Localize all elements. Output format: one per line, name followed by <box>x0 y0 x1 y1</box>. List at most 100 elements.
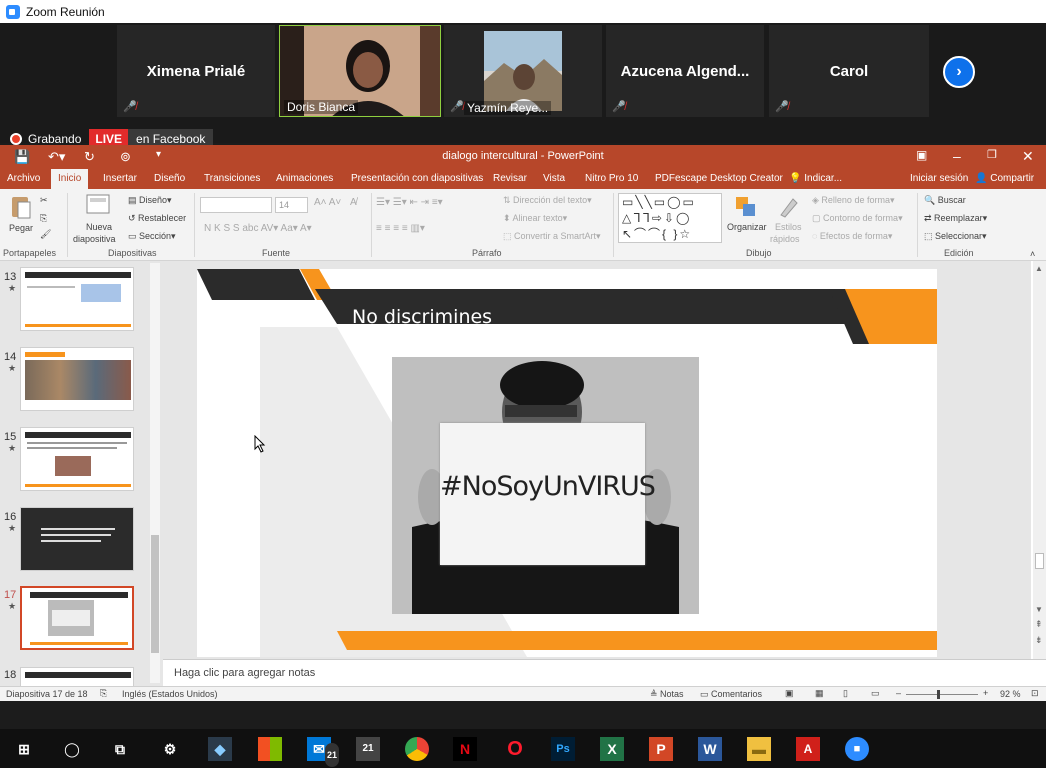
tab-revisar[interactable]: Revisar <box>493 173 527 184</box>
font-styles-icons[interactable]: N K S S abc AV▾ Aa▾ A▾ <box>204 223 312 234</box>
tab-inicio[interactable]: Inicio <box>51 169 89 189</box>
reset-button[interactable]: ↺ Restablecer <box>128 213 186 224</box>
excel-icon[interactable]: X <box>600 737 624 761</box>
select-button[interactable]: ⬚ Seleccionar▾ <box>924 231 987 242</box>
tab-presentacion[interactable]: Presentación con diapositivas <box>351 173 483 184</box>
slideshow-view-icon[interactable]: ▭ <box>871 688 880 699</box>
smartart-button[interactable]: ⬚ Convertir a SmartArt▾ <box>503 231 601 242</box>
slide-photo[interactable]: #NoSoyUnVIRUS <box>392 357 699 614</box>
quick-styles-icon[interactable] <box>777 195 801 219</box>
font-family-select[interactable] <box>200 197 272 213</box>
tab-vista[interactable]: Vista <box>543 173 565 184</box>
next-page-button[interactable]: › <box>943 56 975 88</box>
tell-me-search[interactable]: 💡 Indicar... <box>789 173 842 184</box>
store-icon[interactable] <box>258 737 282 761</box>
file-explorer-icon[interactable]: ▬ <box>747 737 771 761</box>
zoom-in-icon[interactable]: + <box>983 688 988 698</box>
calendar-icon[interactable]: 21 <box>356 737 380 761</box>
tab-animaciones[interactable]: Animaciones <box>276 173 333 184</box>
tab-diseno[interactable]: Diseño <box>154 173 185 184</box>
restore-icon[interactable]: ❐ <box>987 148 997 161</box>
text-direction-button[interactable]: ⇅ Dirección del texto▾ <box>503 195 592 206</box>
shape-outline-button[interactable]: ▢ Contorno de forma▾ <box>812 213 903 224</box>
tab-insertar[interactable]: Insertar <box>103 173 137 184</box>
participant-tile-carol[interactable]: Carol 🎤̸ <box>769 25 929 117</box>
thumbnail-15[interactable] <box>20 427 134 491</box>
shape-effects-button[interactable]: ◌ Efectos de forma▾ <box>812 231 892 242</box>
grow-font-icon[interactable]: A˄ A˅ <box>314 197 341 208</box>
copy-icon[interactable]: ⎘ <box>40 213 47 224</box>
scroll-thumb[interactable] <box>1035 553 1044 569</box>
replace-button[interactable]: ⇄ Reemplazar▾ <box>924 213 987 224</box>
align-text-button[interactable]: ⬍ Alinear texto▾ <box>503 213 567 224</box>
new-slide-icon[interactable] <box>86 193 112 217</box>
slide-canvas[interactable]: No discrimines #NoSoyUnVIRUS <box>197 269 937 657</box>
share-button[interactable]: 👤 Compartir <box>975 173 1034 184</box>
fit-slide-icon[interactable]: ⊡ <box>1031 688 1039 699</box>
cut-icon[interactable]: ✂ <box>40 195 48 206</box>
zoom-out-icon[interactable]: – <box>896 688 901 698</box>
netflix-icon[interactable]: N <box>453 737 477 761</box>
ribbon-display-icon[interactable]: ▣ <box>916 148 927 162</box>
participant-tile-doris[interactable]: Doris Bianca <box>279 25 441 117</box>
spellcheck-icon[interactable]: ⎘ <box>100 688 107 699</box>
layout-button[interactable]: ▤ Diseño▾ <box>128 195 172 206</box>
list-icons[interactable]: ☰▾ ☰▾ ⇤ ⇥ ≡▾ <box>376 197 443 208</box>
shapes-gallery[interactable]: ▭╲╲▭◯▭ △ᒣᒣ⇨⇩◯ ↖⌒⌒{ }☆ <box>618 193 722 243</box>
participant-tile-azucena[interactable]: Azucena Algend... 🎤̸ <box>606 25 764 117</box>
search-icon[interactable]: ◯ <box>60 737 84 761</box>
participant-tile-ximena[interactable]: Ximena Prialé 🎤̸ <box>117 25 275 117</box>
paste-button[interactable]: Pegar <box>9 223 33 233</box>
find-button[interactable]: 🔍 Buscar <box>924 195 966 206</box>
notes-pane[interactable]: Haga clic para agregar notas <box>163 659 1046 687</box>
zoom-level[interactable]: 92 % <box>1000 689 1021 699</box>
language-label[interactable]: Inglés (Estados Unidos) <box>122 689 218 699</box>
tab-archivo[interactable]: Archivo <box>7 173 40 184</box>
section-button[interactable]: ▭ Sección▾ <box>128 231 176 242</box>
arrange-button[interactable]: Organizar <box>727 222 767 232</box>
zoom-slider[interactable] <box>906 694 978 695</box>
zoom-slider-handle[interactable] <box>937 690 940 699</box>
filmora-icon[interactable]: ◆ <box>208 737 232 761</box>
quick-styles-label1[interactable]: Estilos <box>775 222 802 232</box>
paste-icon[interactable] <box>10 194 32 220</box>
arrange-icon[interactable] <box>734 195 758 219</box>
windows-start-icon[interactable]: ⊞ <box>12 737 36 761</box>
powerpoint-icon[interactable]: P <box>649 737 673 761</box>
reading-view-icon[interactable]: ▯ <box>843 688 848 699</box>
tab-pdfescape[interactable]: PDFescape Desktop Creator <box>655 173 783 184</box>
shape-fill-button[interactable]: ◈ Relleno de forma▾ <box>812 195 895 206</box>
thumbnail-16[interactable] <box>20 507 134 571</box>
close-icon[interactable]: ✕ <box>1022 148 1034 165</box>
task-view-icon[interactable]: ⧉ <box>108 737 132 761</box>
scroll-up-icon[interactable]: ▲ <box>1035 264 1043 273</box>
thumbnail-13[interactable] <box>20 267 134 331</box>
comments-button[interactable]: ▭ Comentarios <box>700 689 762 700</box>
slide-scrollbar[interactable]: ▲ ▼ ⇞ ⇟ <box>1033 261 1046 659</box>
thumbnail-scroll-thumb[interactable] <box>151 535 159 653</box>
align-icons[interactable]: ≡ ≡ ≡ ≡ ▥▾ <box>376 223 425 234</box>
font-size-select[interactable]: 14 <box>275 197 308 213</box>
chrome-icon[interactable] <box>405 737 429 761</box>
notes-button[interactable]: ≜ Notas <box>650 689 684 700</box>
zoom-app-icon[interactable]: ■ <box>845 737 869 761</box>
scroll-down-icon[interactable]: ▼ <box>1035 605 1043 614</box>
word-icon[interactable]: W <box>698 737 722 761</box>
quick-styles-label2[interactable]: rápidos <box>770 234 800 244</box>
tab-nitro[interactable]: Nitro Pro 10 <box>585 173 638 184</box>
sorter-view-icon[interactable]: ▦ <box>815 688 824 699</box>
minimize-icon[interactable]: – <box>953 148 961 164</box>
slide-title[interactable]: No discrimines <box>352 306 492 328</box>
thumbnail-18[interactable] <box>20 667 134 687</box>
clear-format-icon[interactable]: A̸ <box>350 197 357 208</box>
prev-slide-icon[interactable]: ⇞ <box>1035 619 1043 630</box>
mail-icon[interactable]: ✉ 21 <box>307 737 339 767</box>
photoshop-icon[interactable]: Ps <box>551 737 575 761</box>
steam-icon[interactable]: ⚙ <box>158 737 182 761</box>
new-slide-label1[interactable]: Nueva <box>86 222 112 232</box>
normal-view-icon[interactable]: ▣ <box>785 688 794 699</box>
collapse-ribbon-icon[interactable]: ˄ <box>1030 249 1035 259</box>
opera-icon[interactable]: O <box>503 737 527 761</box>
participant-tile-yazmin[interactable]: 🎤̸ Yazmín Reye... <box>444 25 602 117</box>
sign-in-link[interactable]: Iniciar sesión <box>910 173 968 184</box>
